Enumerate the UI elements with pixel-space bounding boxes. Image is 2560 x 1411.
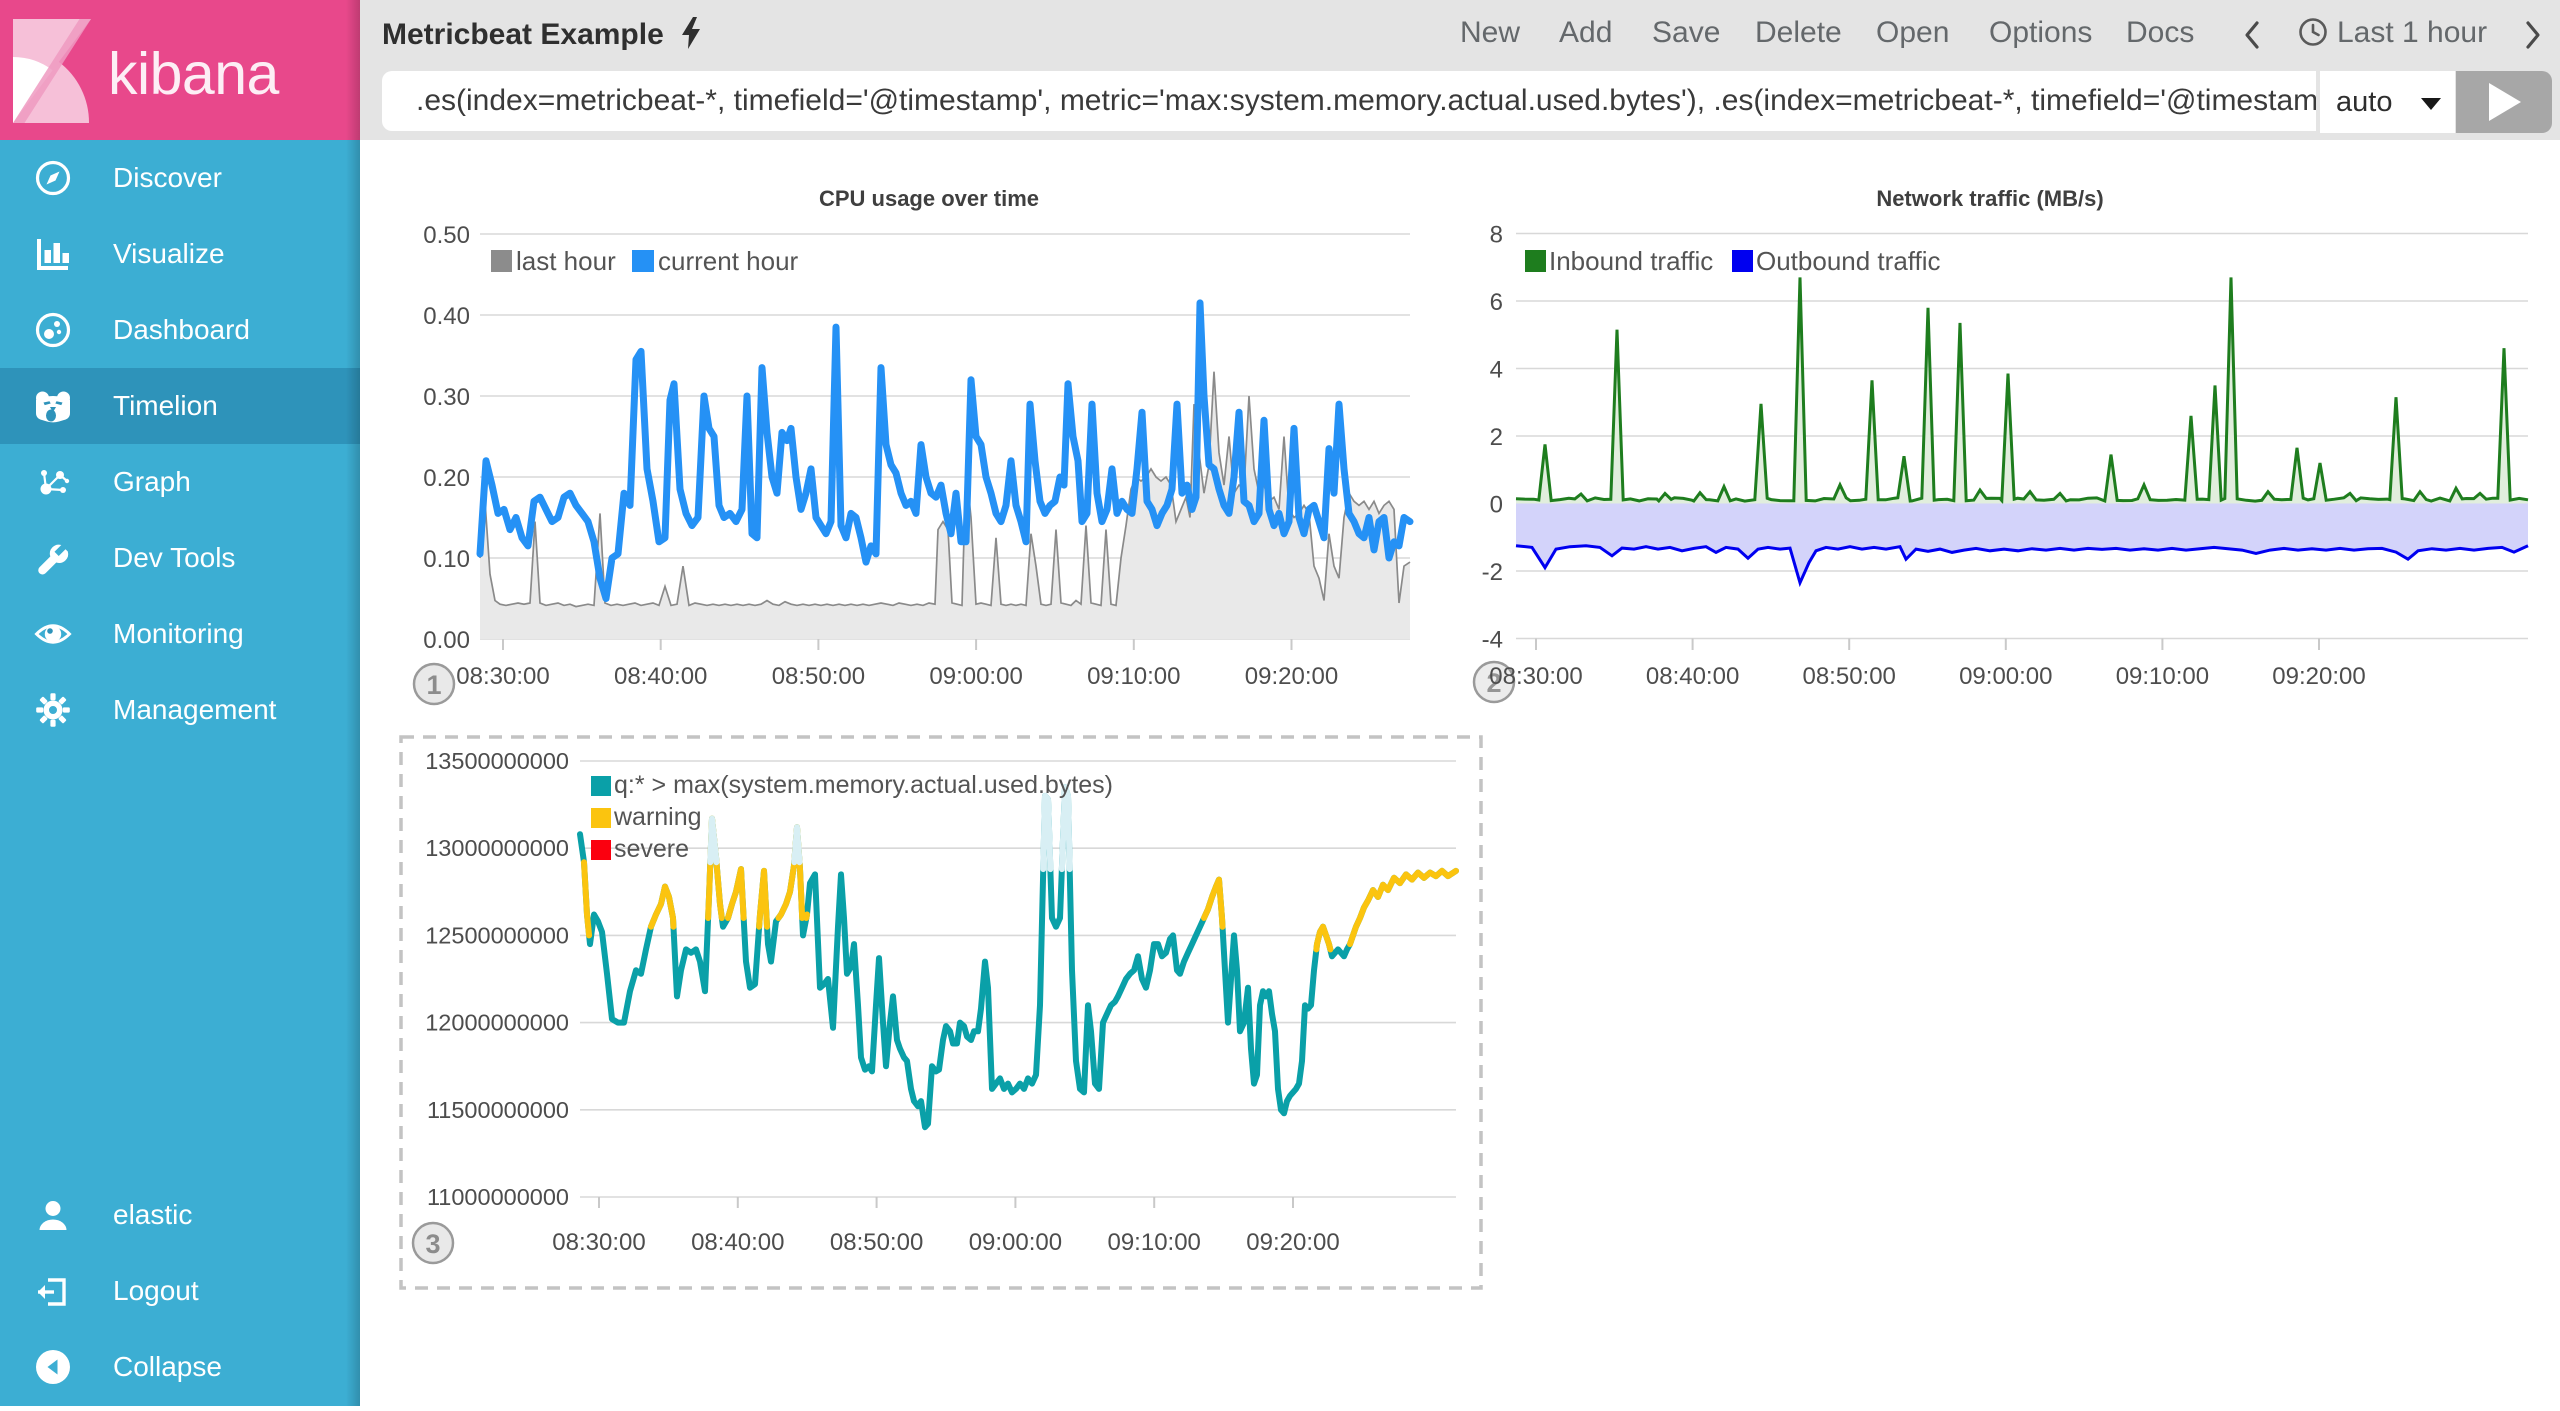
svg-text:6: 6 [1490,289,1503,316]
svg-text:09:00:00: 09:00:00 [969,1229,1062,1256]
svg-text:0.30: 0.30 [423,384,470,411]
svg-text:12500000000: 12500000000 [425,922,569,948]
svg-text:12000000000: 12000000000 [425,1010,569,1036]
svg-text:09:20:00: 09:20:00 [1246,1229,1339,1256]
svg-text:3: 3 [425,1229,440,1259]
svg-text:08:40:00: 08:40:00 [1646,663,1739,690]
svg-text:8: 8 [1490,222,1503,249]
svg-text:11500000000: 11500000000 [427,1097,569,1123]
svg-text:09:10:00: 09:10:00 [1107,1229,1200,1256]
svg-text:08:30:00: 08:30:00 [1489,663,1582,690]
svg-text:0.10: 0.10 [423,546,470,573]
svg-text:CPU usage over time: CPU usage over time [819,186,1039,211]
svg-text:13500000000: 13500000000 [425,748,569,774]
svg-text:Inbound traffic: Inbound traffic [1549,246,1713,276]
svg-text:08:50:00: 08:50:00 [1802,663,1895,690]
svg-text:09:00:00: 09:00:00 [929,663,1022,690]
svg-text:Network traffic (MB/s): Network traffic (MB/s) [1876,186,2103,211]
svg-text:0.40: 0.40 [423,303,470,330]
svg-text:0.20: 0.20 [423,465,470,492]
svg-text:2: 2 [1490,424,1503,451]
svg-text:Outbound traffic: Outbound traffic [1756,246,1941,276]
svg-text:08:40:00: 08:40:00 [691,1229,784,1256]
svg-text:08:50:00: 08:50:00 [772,663,865,690]
svg-text:08:50:00: 08:50:00 [830,1229,923,1256]
svg-text:severe: severe [614,835,689,863]
svg-text:warning: warning [613,803,702,831]
svg-text:09:10:00: 09:10:00 [2116,663,2209,690]
svg-text:0: 0 [1490,492,1503,519]
svg-text:current hour: current hour [658,246,799,276]
svg-text:09:20:00: 09:20:00 [2272,663,2365,690]
svg-text:09:10:00: 09:10:00 [1087,663,1180,690]
svg-text:08:30:00: 08:30:00 [552,1229,645,1256]
svg-text:08:30:00: 08:30:00 [456,663,549,690]
svg-text:09:00:00: 09:00:00 [1959,663,2052,690]
svg-text:q:* > max(system.memory.actual: q:* > max(system.memory.actual.used.byte… [614,771,1113,799]
svg-text:-2: -2 [1482,559,1503,586]
svg-text:0.50: 0.50 [423,222,470,249]
svg-text:-4: -4 [1482,627,1503,654]
svg-text:0.00: 0.00 [423,627,470,654]
svg-text:13000000000: 13000000000 [425,835,569,861]
svg-text:4: 4 [1490,357,1503,384]
svg-text:last hour: last hour [516,246,616,276]
svg-text:09:20:00: 09:20:00 [1245,663,1338,690]
svg-text:1: 1 [426,670,441,700]
svg-text:08:40:00: 08:40:00 [614,663,707,690]
svg-text:11000000000: 11000000000 [427,1184,569,1210]
